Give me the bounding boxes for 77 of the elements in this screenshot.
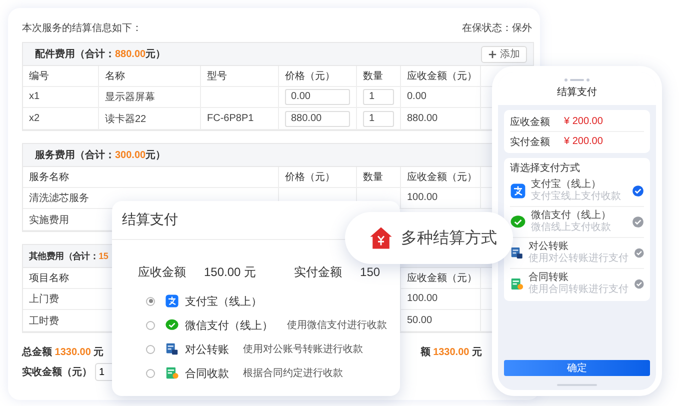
notch-icon xyxy=(564,78,590,82)
amount-value: ¥ 200.00 xyxy=(564,136,603,147)
house-icon xyxy=(369,226,393,250)
screen-title: 结算支付 xyxy=(557,86,597,99)
method-note: 使用合同转账进行支付 xyxy=(528,284,629,296)
section-title: 其他费用（合计：15 xyxy=(29,250,108,262)
column-header: 应收金额（元） xyxy=(401,167,481,188)
section-title: 配件费用（合计：880.00元） xyxy=(35,48,166,61)
amount-label: 实付金额 xyxy=(510,136,550,148)
table-cell: 显示器屏幕 xyxy=(99,86,201,108)
table-cell: FC-6P8P1 xyxy=(201,108,279,130)
table-cell: 0.00 xyxy=(401,86,481,108)
radio-button[interactable] xyxy=(146,368,155,378)
price-field[interactable]: 880.00 xyxy=(285,110,350,126)
table-cell: 读卡器22 xyxy=(99,108,201,130)
method-note: 使用微信支付进行收款 xyxy=(287,318,387,332)
method-label[interactable]: 对公转账 xyxy=(185,342,229,356)
table-cell: 880.00 xyxy=(401,108,481,130)
column-header: 数量 xyxy=(357,167,401,188)
warranty-status: 在保状态：保外 xyxy=(462,22,532,35)
amount-value: ¥ 200.00 xyxy=(564,116,603,127)
contract-icon xyxy=(510,276,524,292)
section-title: 服务费用（合计：300.00元） xyxy=(35,148,166,162)
method-label[interactable]: 微信支付（线上） xyxy=(185,318,273,332)
radio-button[interactable] xyxy=(146,320,155,330)
method-note: 使用对公账号转账进行收款 xyxy=(243,342,363,356)
method-note: 使用对公转账进行支付 xyxy=(528,253,629,265)
plus-icon xyxy=(488,50,497,58)
method-note: 支付宝线上支付收款 xyxy=(531,191,622,203)
bank-document-icon xyxy=(165,342,179,356)
quantity-field[interactable]: 1 xyxy=(363,88,394,104)
column-header: 型号 xyxy=(201,66,279,87)
column-header: 应收金额（元） xyxy=(401,268,481,289)
table-cell: 100.00 xyxy=(401,187,481,209)
payment-app-icon xyxy=(165,294,179,308)
column-header: 价格（元） xyxy=(279,66,357,87)
amount-label: 应收金额 xyxy=(510,116,550,128)
table-cell: 100.00 xyxy=(401,288,481,310)
total-amount: 总金额 1330.00 元 xyxy=(22,345,104,359)
column-header: 价格（元） xyxy=(279,167,357,188)
column-header: 数量 xyxy=(357,66,401,87)
chat-check-icon xyxy=(165,318,179,332)
table-cell: x1 xyxy=(23,86,99,108)
radio-button[interactable] xyxy=(146,344,155,354)
contract-icon xyxy=(165,366,179,380)
column-header: 名称 xyxy=(99,66,201,87)
column-header: 编号 xyxy=(23,66,99,87)
method-label: 对公转账 xyxy=(528,241,570,252)
bank-document-icon xyxy=(510,245,524,261)
amount-value: 150 xyxy=(360,265,380,279)
table-cell: x2 xyxy=(23,108,99,130)
received-label: 实收金额（元） xyxy=(22,365,92,379)
method-label: 微信支付（线上） xyxy=(531,210,612,222)
payment-app-icon xyxy=(510,183,526,199)
add-button[interactable]: 添加 xyxy=(481,46,527,62)
method-label: 合同转账 xyxy=(528,272,570,284)
method-note: 微信线上支付收款 xyxy=(531,222,612,234)
payment-method-item[interactable]: 对公转账 使用对公转账进行支付 xyxy=(510,238,644,269)
intro-text: 本次服务的结算信息如下： xyxy=(22,22,142,35)
payment-method-item[interactable]: 合同转账 使用合同转账进行支付 xyxy=(510,269,644,299)
feature-label: 多种结算方式 xyxy=(401,228,497,248)
column-header: 应收金额（元） xyxy=(401,66,481,87)
chat-check-icon xyxy=(510,214,526,230)
payment-method-item[interactable]: 支付宝（线上） 支付宝线上支付收款 xyxy=(510,176,644,207)
payment-method-item[interactable]: 微信支付（线上） 微信线上支付收款 xyxy=(510,207,644,238)
method-note: 根据合同约定进行收款 xyxy=(243,366,343,380)
method-label[interactable]: 合同收款 xyxy=(185,366,229,380)
method-label: 支付宝（线上） xyxy=(531,179,602,190)
confirm-button[interactable]: 确定 xyxy=(504,360,650,376)
prompt-text: 请选择支付方式 xyxy=(510,162,581,176)
received-total: 额 1330.00 元 xyxy=(420,345,482,359)
radio-button[interactable] xyxy=(146,296,155,306)
price-field[interactable]: 0.00 xyxy=(285,88,350,104)
method-label[interactable]: 支付宝（线上） xyxy=(185,294,262,308)
quantity-field[interactable]: 1 xyxy=(363,110,394,126)
column-header: 服务名称 xyxy=(23,167,279,188)
table-cell: 50.00 xyxy=(401,310,481,332)
